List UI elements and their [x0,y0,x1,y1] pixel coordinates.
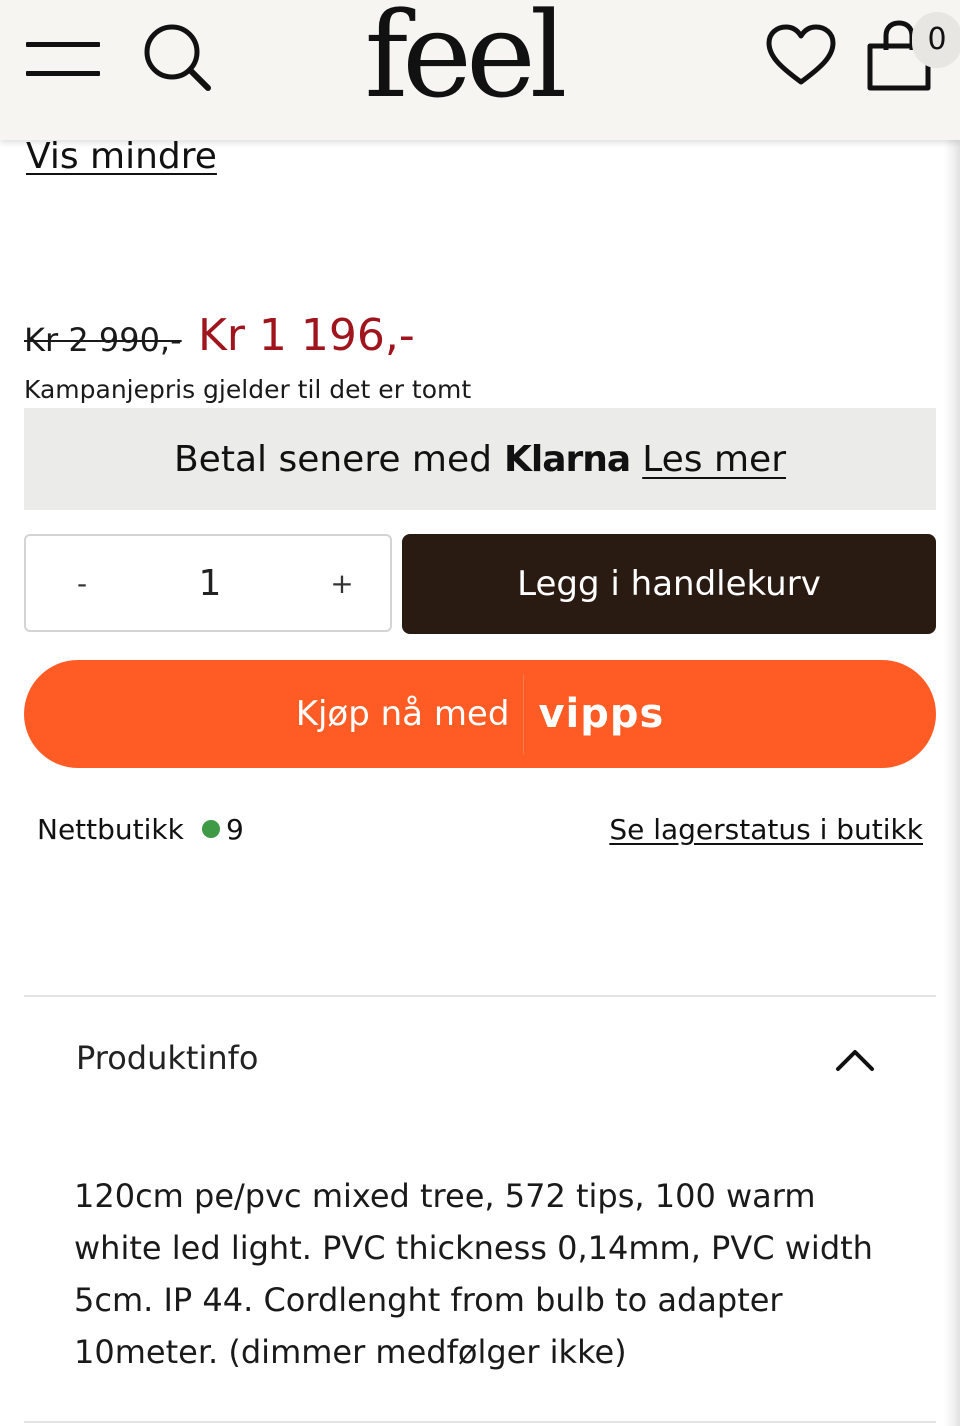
product-page: feel 0 Vis mindre Kr 2 990,- Kr 1 196,- … [0,0,960,1426]
online-stock-label: Nettbutikk [37,813,184,846]
chevron-up-icon[interactable] [834,1044,876,1074]
section-divider [24,1421,936,1423]
section-divider [24,995,936,997]
heart-icon[interactable] [764,24,838,88]
product-info-toggle[interactable]: Produktinfo [76,1036,258,1080]
scroll-edge [944,0,960,1426]
search-icon[interactable] [140,22,214,92]
vipps-buy-button[interactable]: Kjøp nå med vipps [24,660,936,768]
store-stock-link[interactable]: Se lagerstatus i butikk [609,812,923,848]
quantity-stepper: - 1 + [24,534,392,632]
original-price: Kr 2 990,- [24,321,182,359]
klarna-text: Betal senere med [173,438,492,480]
klarna-read-more-link[interactable]: Les mer [642,439,786,480]
cart-count-badge: 0 [912,12,960,68]
online-stock-count: 9 [226,813,244,846]
vipps-button-label: Kjøp nå med [295,694,510,734]
product-description: 120cm pe/pvc mixed tree, 572 tips, 100 w… [74,1177,873,1371]
quantity-input[interactable]: 1 [170,556,250,612]
quantity-decrease-button[interactable]: - [62,556,102,612]
menu-icon[interactable] [26,42,102,76]
klarna-logo: Klarna [504,438,631,480]
site-logo[interactable]: feel [358,0,568,116]
klarna-banner: Betal senere med Klarna Les mer [24,408,936,510]
stock-status-dot-icon [202,820,220,838]
quantity-increase-button[interactable]: + [322,556,362,612]
site-header: feel 0 [0,0,960,140]
show-less-link[interactable]: Vis mindre [26,135,217,179]
campaign-note: Kampanjepris gjelder til det er tomt [24,375,472,404]
add-to-cart-button[interactable]: Legg i handlekurv [402,534,936,634]
vipps-logo: vipps [538,691,665,737]
vipps-separator [523,674,525,754]
sale-price: Kr 1 196,- [198,310,415,361]
